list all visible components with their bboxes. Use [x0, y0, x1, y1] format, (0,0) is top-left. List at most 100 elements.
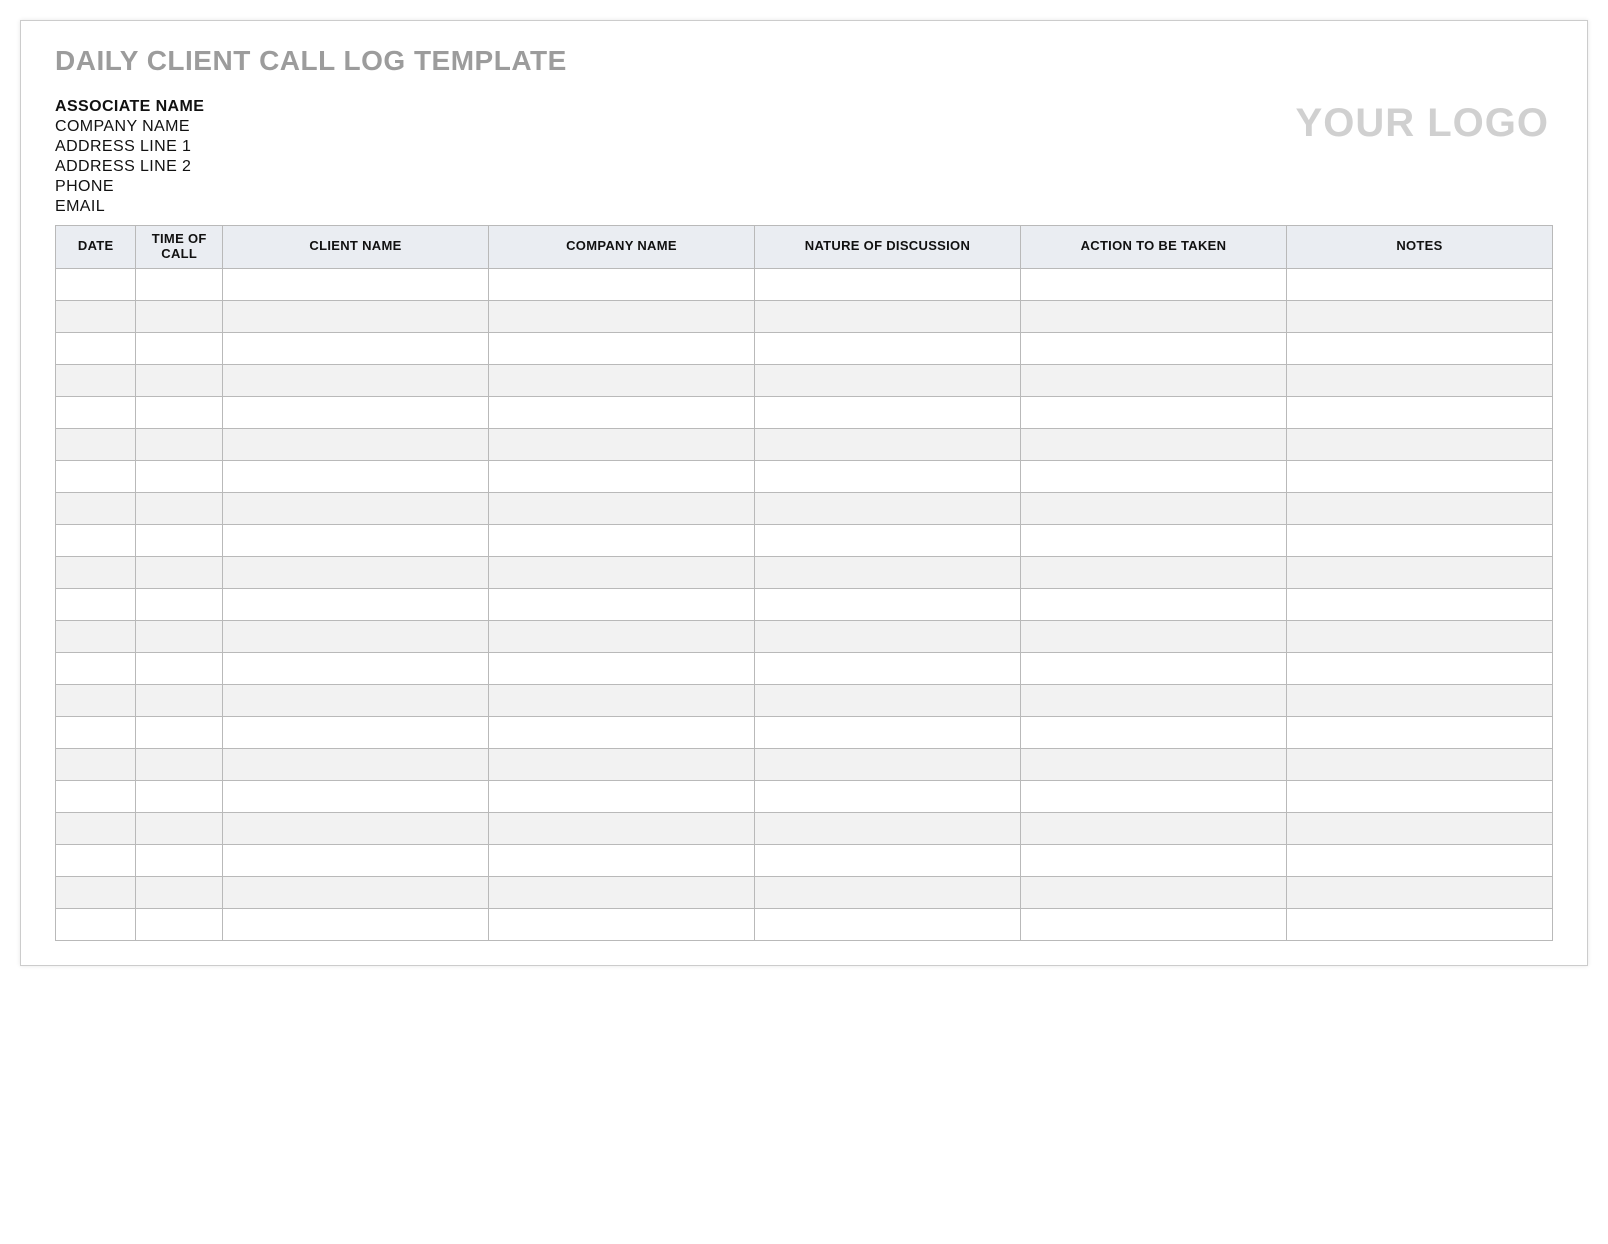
table-cell[interactable]: [754, 332, 1020, 364]
table-cell[interactable]: [136, 844, 223, 876]
table-cell[interactable]: [1286, 876, 1552, 908]
table-cell[interactable]: [136, 492, 223, 524]
table-cell[interactable]: [488, 492, 754, 524]
table-cell[interactable]: [223, 780, 489, 812]
table-cell[interactable]: [56, 332, 136, 364]
table-cell[interactable]: [754, 716, 1020, 748]
table-cell[interactable]: [223, 428, 489, 460]
table-cell[interactable]: [1020, 780, 1286, 812]
table-cell[interactable]: [136, 716, 223, 748]
table-cell[interactable]: [1286, 300, 1552, 332]
table-cell[interactable]: [1020, 332, 1286, 364]
table-cell[interactable]: [56, 556, 136, 588]
table-cell[interactable]: [488, 876, 754, 908]
table-cell[interactable]: [1020, 876, 1286, 908]
table-cell[interactable]: [56, 364, 136, 396]
table-cell[interactable]: [488, 844, 754, 876]
table-cell[interactable]: [488, 268, 754, 300]
table-cell[interactable]: [1286, 684, 1552, 716]
table-cell[interactable]: [488, 588, 754, 620]
table-cell[interactable]: [1020, 524, 1286, 556]
table-cell[interactable]: [56, 812, 136, 844]
table-cell[interactable]: [1286, 428, 1552, 460]
table-cell[interactable]: [223, 620, 489, 652]
table-cell[interactable]: [136, 652, 223, 684]
table-cell[interactable]: [56, 492, 136, 524]
table-cell[interactable]: [488, 620, 754, 652]
table-cell[interactable]: [488, 812, 754, 844]
table-cell[interactable]: [1286, 780, 1552, 812]
table-cell[interactable]: [223, 556, 489, 588]
table-cell[interactable]: [488, 300, 754, 332]
table-cell[interactable]: [1286, 332, 1552, 364]
table-cell[interactable]: [223, 908, 489, 940]
table-cell[interactable]: [136, 588, 223, 620]
table-cell[interactable]: [56, 268, 136, 300]
table-cell[interactable]: [223, 844, 489, 876]
table-cell[interactable]: [136, 780, 223, 812]
table-cell[interactable]: [136, 812, 223, 844]
table-cell[interactable]: [754, 364, 1020, 396]
table-cell[interactable]: [488, 364, 754, 396]
table-cell[interactable]: [1020, 396, 1286, 428]
table-cell[interactable]: [56, 396, 136, 428]
table-cell[interactable]: [56, 780, 136, 812]
table-cell[interactable]: [488, 460, 754, 492]
table-cell[interactable]: [56, 684, 136, 716]
table-cell[interactable]: [1286, 588, 1552, 620]
table-cell[interactable]: [754, 396, 1020, 428]
table-cell[interactable]: [136, 332, 223, 364]
table-cell[interactable]: [488, 524, 754, 556]
table-cell[interactable]: [56, 908, 136, 940]
table-cell[interactable]: [56, 460, 136, 492]
table-cell[interactable]: [1286, 908, 1552, 940]
table-cell[interactable]: [223, 300, 489, 332]
table-cell[interactable]: [1286, 396, 1552, 428]
table-cell[interactable]: [1286, 844, 1552, 876]
table-cell[interactable]: [1286, 620, 1552, 652]
table-cell[interactable]: [136, 396, 223, 428]
table-cell[interactable]: [136, 460, 223, 492]
table-cell[interactable]: [1020, 652, 1286, 684]
table-cell[interactable]: [1020, 620, 1286, 652]
table-cell[interactable]: [488, 428, 754, 460]
table-cell[interactable]: [223, 364, 489, 396]
table-cell[interactable]: [223, 524, 489, 556]
table-cell[interactable]: [56, 300, 136, 332]
table-cell[interactable]: [1286, 556, 1552, 588]
table-cell[interactable]: [488, 748, 754, 780]
table-cell[interactable]: [136, 748, 223, 780]
table-cell[interactable]: [56, 428, 136, 460]
table-cell[interactable]: [754, 268, 1020, 300]
table-cell[interactable]: [1020, 492, 1286, 524]
table-cell[interactable]: [136, 876, 223, 908]
table-cell[interactable]: [1020, 812, 1286, 844]
table-cell[interactable]: [223, 876, 489, 908]
table-cell[interactable]: [1020, 684, 1286, 716]
table-cell[interactable]: [56, 652, 136, 684]
table-cell[interactable]: [1286, 364, 1552, 396]
table-cell[interactable]: [488, 396, 754, 428]
table-cell[interactable]: [136, 908, 223, 940]
table-cell[interactable]: [1020, 428, 1286, 460]
table-cell[interactable]: [136, 428, 223, 460]
table-cell[interactable]: [1020, 908, 1286, 940]
table-cell[interactable]: [488, 716, 754, 748]
table-cell[interactable]: [488, 780, 754, 812]
table-cell[interactable]: [1020, 300, 1286, 332]
table-cell[interactable]: [1020, 844, 1286, 876]
table-cell[interactable]: [1020, 556, 1286, 588]
table-cell[interactable]: [223, 588, 489, 620]
table-cell[interactable]: [488, 652, 754, 684]
table-cell[interactable]: [136, 364, 223, 396]
table-cell[interactable]: [754, 684, 1020, 716]
table-cell[interactable]: [1286, 716, 1552, 748]
table-cell[interactable]: [1286, 812, 1552, 844]
table-cell[interactable]: [1286, 652, 1552, 684]
table-cell[interactable]: [56, 748, 136, 780]
table-cell[interactable]: [754, 876, 1020, 908]
table-cell[interactable]: [223, 332, 489, 364]
table-cell[interactable]: [754, 556, 1020, 588]
table-cell[interactable]: [223, 268, 489, 300]
table-cell[interactable]: [223, 460, 489, 492]
